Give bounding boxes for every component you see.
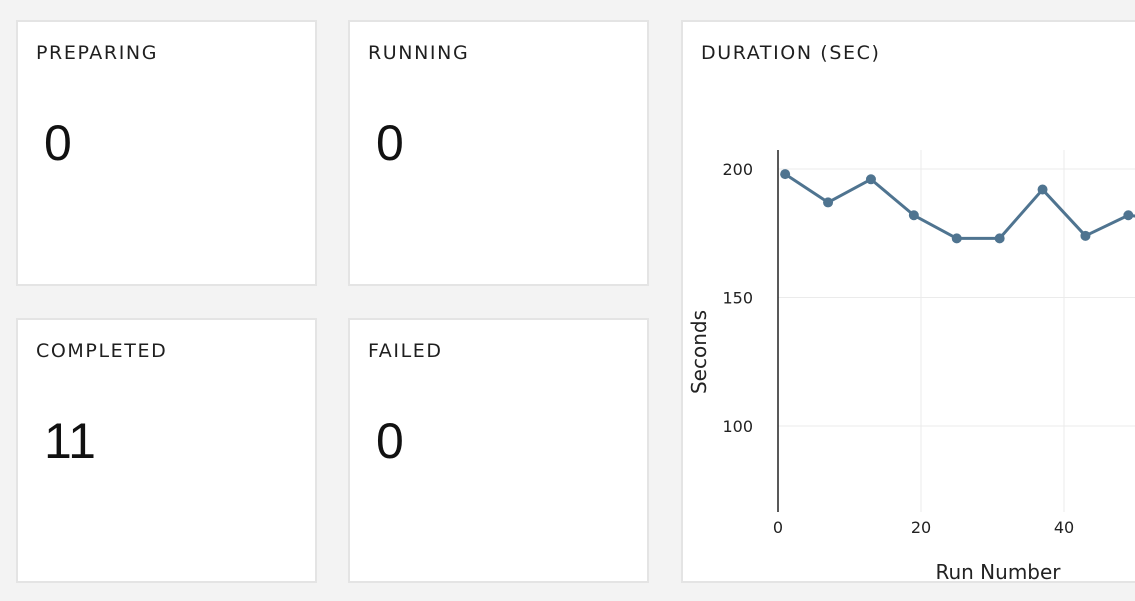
- series-line: [784, 172, 1135, 240]
- running-tile: RUNNING 0: [348, 20, 649, 286]
- preparing-tile: PREPARING 0: [16, 20, 317, 286]
- chart-axes: 100 150 200 0 20 40: [722, 150, 1074, 537]
- data-point: [865, 174, 876, 185]
- data-point: [908, 210, 919, 221]
- x-tick-label: 0: [773, 518, 783, 537]
- data-point: [1037, 184, 1048, 195]
- y-tick-label: 100: [722, 417, 753, 436]
- data-point: [780, 169, 791, 180]
- duration-chart-panel: DURATION (SEC) 100 150 200 0 20 40 Run Number…: [681, 20, 1135, 583]
- y-axis-title: Seconds: [687, 310, 711, 394]
- x-tick-label: 20: [911, 518, 931, 537]
- failed-tile: FAILED 0: [348, 318, 649, 583]
- data-point: [951, 233, 962, 244]
- preparing-count: 0: [44, 115, 72, 171]
- x-tick-label: 40: [1054, 518, 1074, 537]
- data-point: [1080, 230, 1091, 241]
- completed-tile: COMPLETED 11: [16, 318, 317, 583]
- failed-label: FAILED: [368, 340, 443, 362]
- y-tick-label: 150: [722, 289, 753, 308]
- completed-label: COMPLETED: [36, 340, 168, 362]
- preparing-label: PREPARING: [36, 42, 159, 64]
- data-point: [823, 197, 834, 208]
- chart-series: [780, 169, 1135, 244]
- x-axis-title: Run Number: [935, 560, 1061, 583]
- y-tick-label: 200: [722, 160, 753, 179]
- data-point: [994, 233, 1005, 244]
- completed-count: 11: [44, 413, 96, 469]
- duration-chart: 100 150 200 0 20 40 Run Number Seconds: [687, 150, 1135, 583]
- running-label: RUNNING: [368, 42, 470, 64]
- running-count: 0: [376, 115, 404, 171]
- failed-count: 0: [376, 413, 404, 469]
- data-point: [1123, 210, 1134, 221]
